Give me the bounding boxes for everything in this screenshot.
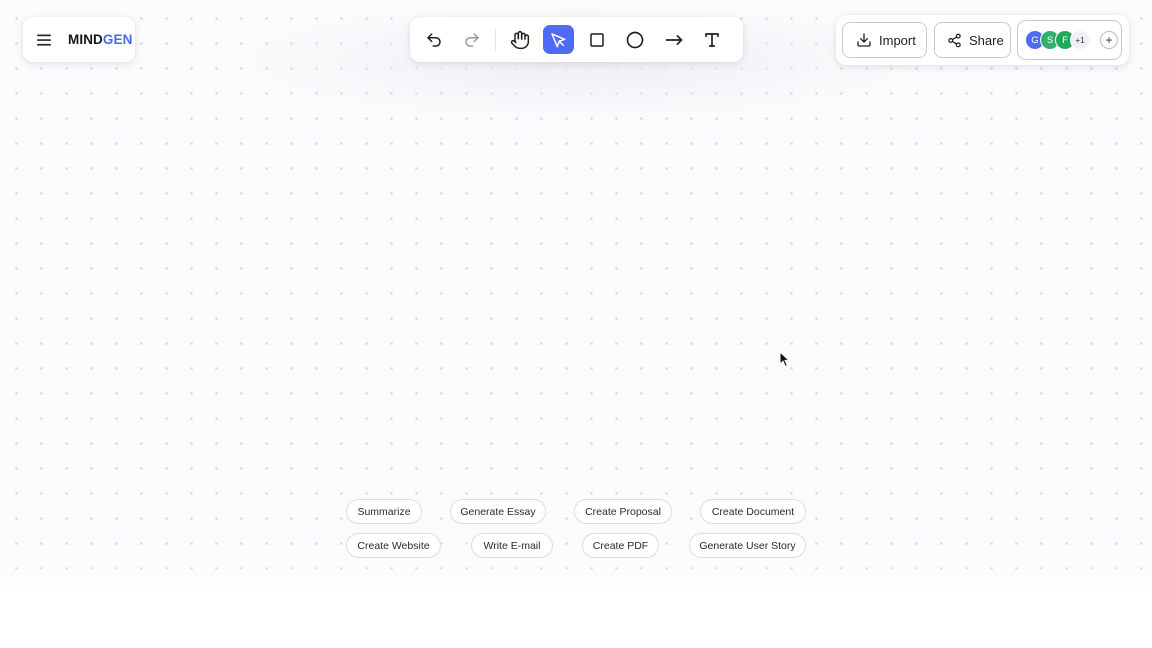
share-icon [947,33,962,48]
logo-text-gen: GEN [102,32,133,47]
arrow-tool-button[interactable] [658,25,689,54]
menu-button[interactable] [34,30,54,50]
suggestion-chip-generate-user-story[interactable]: Generate User Story [689,533,806,558]
redo-button[interactable] [457,25,488,54]
text-tool-button[interactable] [697,25,728,54]
suggestion-chip-create-proposal[interactable]: Create Proposal [574,499,672,524]
app-logo[interactable]: MINDGEN [68,32,132,47]
undo-icon [426,32,441,47]
hand-icon [510,30,529,49]
drawing-toolbar [410,17,743,62]
circle-icon [626,31,644,48]
avatar-stack: G S F +1 [1025,30,1090,50]
rectangle-tool-button[interactable] [581,25,612,54]
import-button[interactable]: Import [842,22,927,58]
suggestion-chip-summarize[interactable]: Summarize [346,499,422,524]
hand-tool-button[interactable] [504,25,535,54]
suggestion-chip-create-pdf[interactable]: Create PDF [582,533,659,558]
ellipse-tool-button[interactable] [620,25,651,54]
download-icon [856,32,872,48]
suggestion-chip-create-document[interactable]: Create Document [700,499,806,524]
suggestion-chip-write-email[interactable]: Write E-mail [471,533,553,558]
square-icon [589,32,604,47]
toolbar-divider [495,28,496,51]
suggestion-chip-generate-essay[interactable]: Generate Essay [450,499,546,524]
canvas-bottom-fade [0,566,1152,648]
arrow-right-icon [665,34,682,45]
logo-text-mind: MIND [68,32,103,47]
import-label: Import [879,32,916,48]
redo-icon [465,32,479,47]
more-collaborators-badge[interactable]: +1 [1070,30,1090,50]
brand-panel: MINDGEN [23,17,135,62]
select-tool-button[interactable] [542,25,574,54]
undo-button[interactable] [418,25,449,54]
suggestion-chip-create-website[interactable]: Create Website [346,533,441,558]
actions-panel: Import Share G S F +1 + [836,15,1129,65]
hamburger-menu-icon [37,34,51,46]
pointer-icon [551,32,566,47]
add-collaborator-button[interactable]: + [1100,31,1118,49]
share-label: Share [969,32,1004,48]
text-icon [705,32,719,47]
share-button[interactable]: Share [934,22,1011,58]
mouse-cursor-icon [779,351,791,368]
collaborators-group[interactable]: G S F +1 + [1017,20,1122,60]
